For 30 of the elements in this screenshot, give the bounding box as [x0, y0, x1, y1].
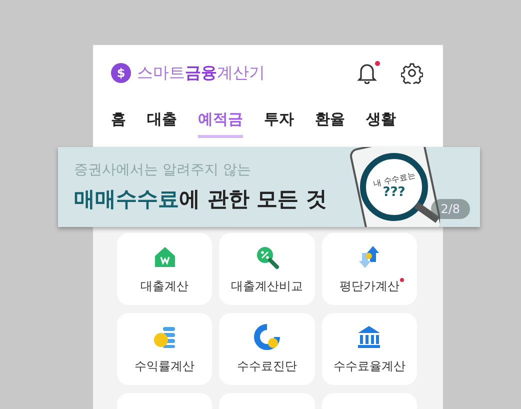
tile-label: 평단가계산 — [339, 278, 400, 294]
banner-headline-highlight: 매매수수료 — [74, 186, 179, 213]
calculator-tile[interactable]: 수익률계산 — [117, 313, 212, 385]
category-tab[interactable]: 대출 — [147, 104, 177, 138]
app-title: 스마트금융계산기 — [137, 62, 265, 84]
tile-label: 대출계산 — [140, 278, 189, 294]
category-tab[interactable]: 생활 — [366, 104, 396, 138]
calculator-tile[interactable]: 수수료율계산 — [322, 313, 417, 385]
tile-label: 수익률계산 — [134, 358, 195, 374]
illustration-value: ??? — [382, 185, 406, 200]
logo-icon: $ — [111, 63, 131, 83]
gauge-icon — [254, 324, 280, 350]
bank-icon — [356, 324, 382, 350]
settings-icon[interactable] — [401, 62, 423, 84]
promo-banner[interactable]: 증권사에서는 알려주지 않는 매매수수료에 관한 모든 것 내 수수료는 ??? 2/8 — [58, 147, 480, 227]
category-tab[interactable]: 투자 — [264, 104, 294, 138]
banner-subtitle: 증권사에서는 알려주지 않는 — [74, 161, 251, 179]
category-tab[interactable]: 예적금 — [198, 104, 243, 138]
calculator-tile[interactable]: 대출계산비교 — [219, 233, 315, 305]
calculator-tile[interactable]: 대출계산 — [117, 233, 212, 305]
banner-headline: 에 관한 모든 것 — [179, 186, 327, 213]
tile-label: 대출계산비교 — [230, 278, 303, 294]
calculator-tile[interactable]: 평단가계산 — [322, 233, 417, 305]
tile-label: 수수료율계산 — [333, 358, 406, 374]
calculator-tile[interactable]: 수수료진단 — [219, 313, 315, 385]
page-indicator: 2/8 — [430, 199, 470, 219]
bell-icon[interactable] — [357, 62, 377, 84]
category-tab[interactable]: 홈 — [111, 104, 126, 138]
category-tab[interactable]: 환율 — [315, 104, 345, 138]
tile-label: 수수료진단 — [236, 358, 297, 374]
